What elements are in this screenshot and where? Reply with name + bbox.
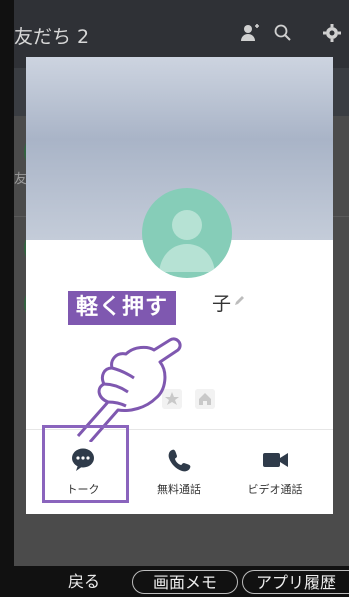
page-title: 友だち 2 (14, 26, 90, 48)
phone-icon (168, 449, 191, 472)
back-button[interactable]: 戻る (44, 570, 124, 594)
free-call-label: 無料通話 (157, 483, 201, 496)
tap-highlight-box (42, 425, 129, 503)
person-silhouette-icon (159, 210, 215, 272)
add-friend-icon[interactable] (239, 22, 261, 44)
video-camera-icon (263, 453, 288, 467)
app-history-button[interactable]: アプリ履歴 (242, 570, 349, 594)
free-call-button[interactable]: 無料通話 (134, 440, 224, 506)
search-icon[interactable] (272, 22, 294, 44)
home-icon[interactable] (195, 389, 215, 409)
pencil-icon[interactable] (233, 293, 247, 307)
star-icon[interactable] (162, 389, 182, 409)
bottom-bar: 戻る 画面メモ アプリ履歴 (0, 566, 349, 597)
screen-memo-button[interactable]: 画面メモ (132, 570, 238, 594)
video-call-label: ビデオ通話 (247, 483, 303, 496)
profile-avatar[interactable] (142, 188, 232, 278)
profile-name: 子 (212, 293, 232, 315)
video-call-button[interactable]: ビデオ通話 (230, 440, 320, 506)
instruction-label: 軽く押す (68, 291, 177, 325)
settings-icon[interactable] (321, 22, 343, 44)
